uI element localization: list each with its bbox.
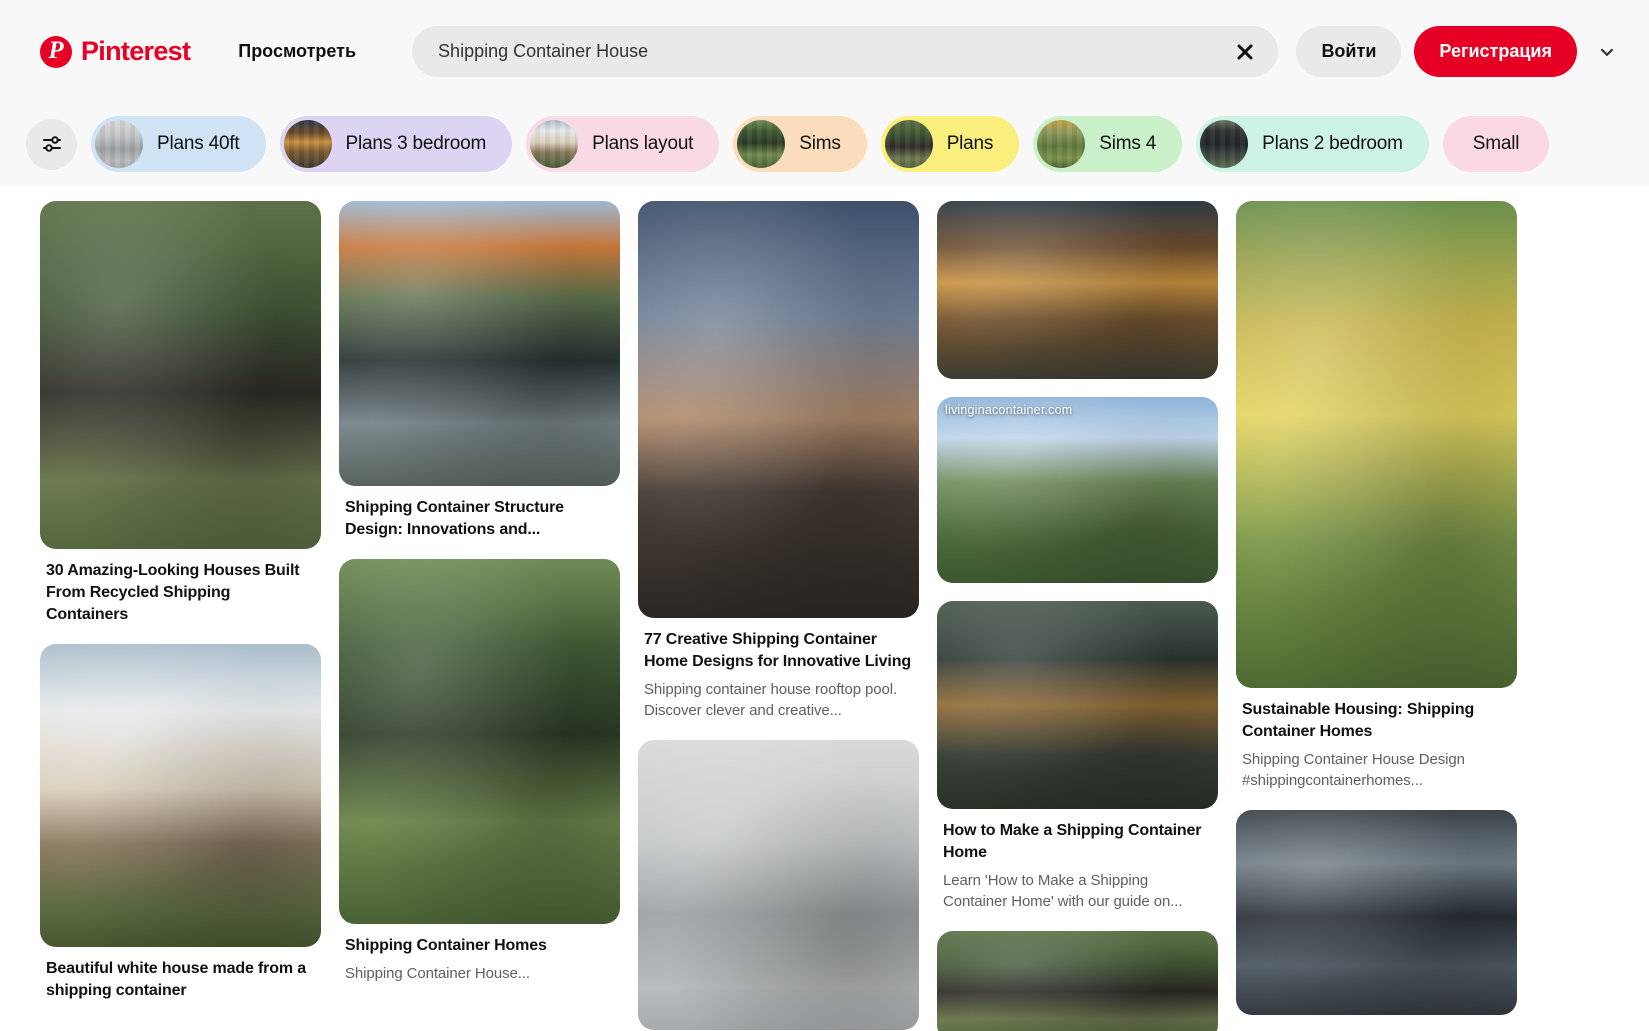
pin-card[interactable]: Sustainable Housing: Shipping Container … <box>1236 201 1517 792</box>
filter-chip-thumbnail <box>1200 120 1249 168</box>
filter-chip-label: Sims 4 <box>1099 133 1157 154</box>
filter-chip-thumbnail <box>1037 120 1086 168</box>
search-input[interactable] <box>412 26 1279 77</box>
pin-title: Beautiful white house made from a shippi… <box>46 960 306 1000</box>
pin-card[interactable] <box>1236 809 1517 1015</box>
pin-card[interactable]: Beautiful white house made from a shippi… <box>40 644 321 1002</box>
pin-results-grid: 30 Amazing-Looking Houses Built From Rec… <box>0 185 1649 1031</box>
filter-chip-thumbnail <box>283 120 332 168</box>
pin-card[interactable] <box>638 739 919 1030</box>
pin-title: Shipping Container Homes <box>345 937 547 955</box>
filter-chip-label: Plans 2 bedroom <box>1262 133 1403 154</box>
pin-card[interactable]: Shipping Container Homes Shipping Contain… <box>339 559 620 984</box>
filter-chips-bar: Plans 40ft Plans 3 bedroom Plans layout Sim… <box>0 103 1649 185</box>
pin-card[interactable] <box>937 201 1218 379</box>
chevron-down-icon[interactable] <box>1587 32 1627 72</box>
pin-image[interactable] <box>1236 809 1517 1015</box>
pin-description: Learn 'How to Make a Shipping Container … <box>943 872 1183 911</box>
pin-column: Shipping Container Structure Design: Inn… <box>339 201 620 985</box>
filter-chip[interactable]: Sims 4 <box>1033 116 1183 172</box>
pin-image[interactable] <box>339 201 620 486</box>
pin-card[interactable]: 30 Amazing-Looking Houses Built From Rec… <box>40 201 321 626</box>
filter-chip[interactable]: Plans 2 bedroom <box>1196 116 1429 172</box>
filter-chip-label: Plans 40ft <box>157 133 240 154</box>
filter-chip[interactable]: Plans 3 bedroom <box>279 116 513 172</box>
pin-image[interactable] <box>937 930 1218 1031</box>
pin-card[interactable]: Shipping Container Structure Design: Inn… <box>339 201 620 541</box>
filter-chip[interactable]: Plans <box>880 116 1020 172</box>
pin-title: 30 Amazing-Looking Houses Built From Rec… <box>46 562 300 624</box>
pinterest-logo-icon: P <box>40 35 72 68</box>
pin-card[interactable] <box>937 930 1218 1031</box>
pin-column: 77 Creative Shipping Container Home Desi… <box>638 201 919 1030</box>
pinterest-wordmark: Pinterest <box>81 36 191 66</box>
pin-card[interactable]: How to Make a Shipping Container Home Lea… <box>937 601 1218 913</box>
pin-image[interactable] <box>638 739 919 1030</box>
pin-title: How to Make a Shipping Container Home <box>943 822 1202 862</box>
login-button[interactable]: Войти <box>1296 26 1402 77</box>
pinterest-home-link[interactable]: P Pinterest <box>32 30 198 74</box>
pin-image[interactable] <box>339 559 620 925</box>
sliders-filter-icon[interactable] <box>26 118 77 170</box>
pin-column: 30 Amazing-Looking Houses Built From Rec… <box>40 201 321 1002</box>
pin-image[interactable]: livinginacontainer.com <box>937 397 1218 583</box>
pin-image[interactable] <box>40 201 321 549</box>
pin-image[interactable] <box>937 201 1218 379</box>
filter-chip-label: Plans <box>946 133 994 154</box>
pin-image[interactable] <box>638 201 919 618</box>
pin-image[interactable] <box>937 601 1218 809</box>
pin-column: livinginacontainer.com How to Make a Ship… <box>937 201 1218 1031</box>
pin-image[interactable] <box>40 644 321 948</box>
filter-chip[interactable]: Plans layout <box>526 116 720 172</box>
filter-chip-label: Plans 3 bedroom <box>345 133 487 154</box>
pin-description: Shipping container house rooftop pool. D… <box>644 681 898 720</box>
pin-title: Shipping Container Structure Design: Inn… <box>345 499 564 539</box>
signup-button[interactable]: Регистрация <box>1414 26 1577 77</box>
pin-description: Shipping Container House Design #shippin… <box>1242 751 1465 790</box>
search-container <box>412 26 1279 77</box>
pin-title: 77 Creative Shipping Container Home Desi… <box>644 631 911 671</box>
pin-image[interactable] <box>1236 201 1517 688</box>
filter-chip-label: Sims <box>799 133 841 154</box>
nav-browse-button[interactable]: Просмотреть <box>220 29 374 74</box>
filter-chip-thumbnail <box>95 120 143 168</box>
pin-column: Sustainable Housing: Shipping Container … <box>1236 201 1517 1015</box>
filter-chip[interactable]: Small <box>1442 116 1550 172</box>
pin-description: Shipping Container House... <box>345 965 530 983</box>
pin-title: Sustainable Housing: Shipping Container … <box>1242 701 1475 741</box>
pin-watermark: livinginacontainer.com <box>945 403 1073 417</box>
close-icon[interactable] <box>1230 37 1260 67</box>
filter-chip[interactable]: Sims <box>733 116 867 172</box>
pin-card[interactable]: livinginacontainer.com <box>937 397 1218 583</box>
pin-card[interactable]: 77 Creative Shipping Container Home Desi… <box>638 201 919 722</box>
filter-chip-label: Plans layout <box>592 133 694 154</box>
filter-chip-label: Small <box>1472 133 1520 154</box>
filter-chip[interactable]: Plans 40ft <box>91 116 266 172</box>
filter-chip-thumbnail <box>884 120 933 168</box>
filter-chip-thumbnail <box>737 120 786 168</box>
filter-chip-thumbnail <box>530 120 579 168</box>
top-header: P Pinterest Просмотреть Войти Регистраци… <box>0 0 1649 103</box>
